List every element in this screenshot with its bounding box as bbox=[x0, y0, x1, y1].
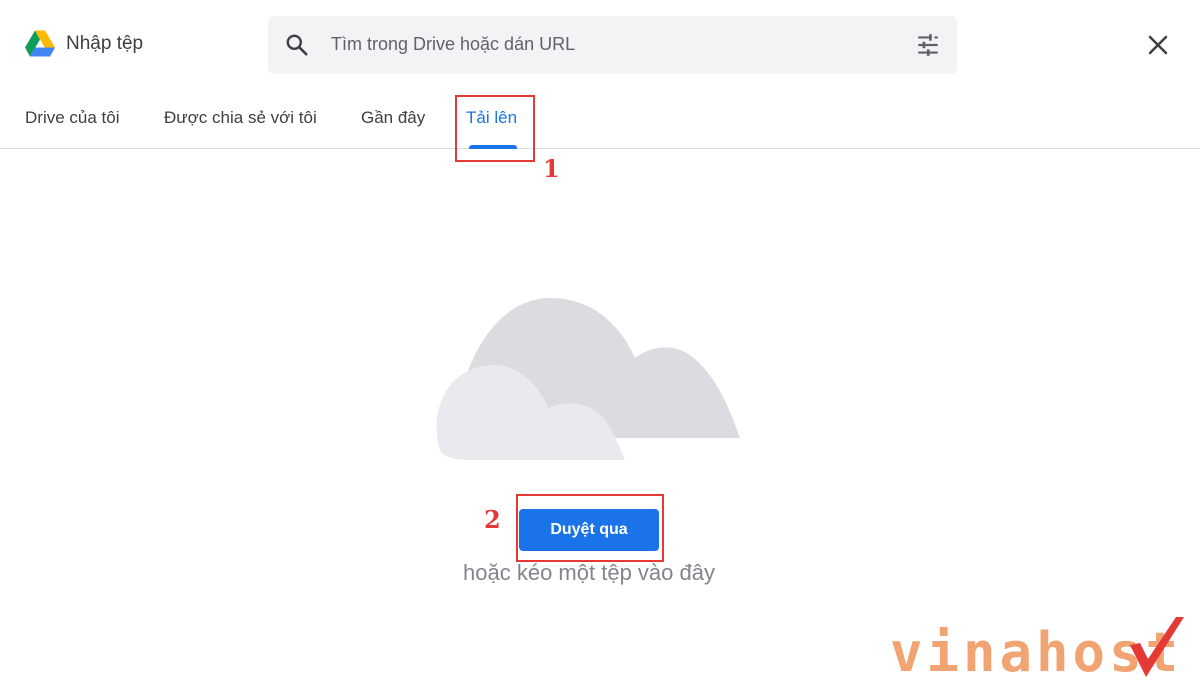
tab-recent[interactable]: Gần đây bbox=[361, 108, 425, 128]
search-input[interactable]: Tìm trong Drive hoặc dán URL bbox=[331, 34, 575, 55]
close-icon[interactable] bbox=[1143, 30, 1173, 60]
google-drive-logo-icon bbox=[25, 30, 55, 57]
tab-bar: Drive của tôi Được chia sẻ với tôi Gần đ… bbox=[0, 90, 1200, 149]
annotation-number-2: 2 bbox=[484, 505, 501, 534]
browse-button[interactable]: Duyệt qua bbox=[519, 509, 659, 551]
annotation-box-upload-tab bbox=[455, 95, 535, 162]
dialog-title: Nhập tệp bbox=[66, 33, 144, 54]
dialog-header: Nhập tệp Tìm trong Drive hoặc dán URL bbox=[0, 0, 1200, 90]
annotation-number-1: 1 bbox=[543, 154, 560, 183]
tab-my-drive[interactable]: Drive của tôi bbox=[25, 108, 119, 128]
drop-hint-text: hoặc kéo một tệp vào đây bbox=[463, 560, 715, 585]
search-icon[interactable] bbox=[284, 32, 310, 58]
cloud-icon bbox=[436, 298, 740, 460]
vinahost-watermark: vinahost bbox=[890, 615, 1190, 685]
tab-shared-with-me[interactable]: Được chia sẻ với tôi bbox=[164, 108, 317, 128]
checkmark-logo-icon bbox=[1130, 617, 1184, 677]
search-bar[interactable]: Tìm trong Drive hoặc dán URL bbox=[268, 16, 957, 74]
tune-filter-icon[interactable] bbox=[915, 32, 941, 58]
